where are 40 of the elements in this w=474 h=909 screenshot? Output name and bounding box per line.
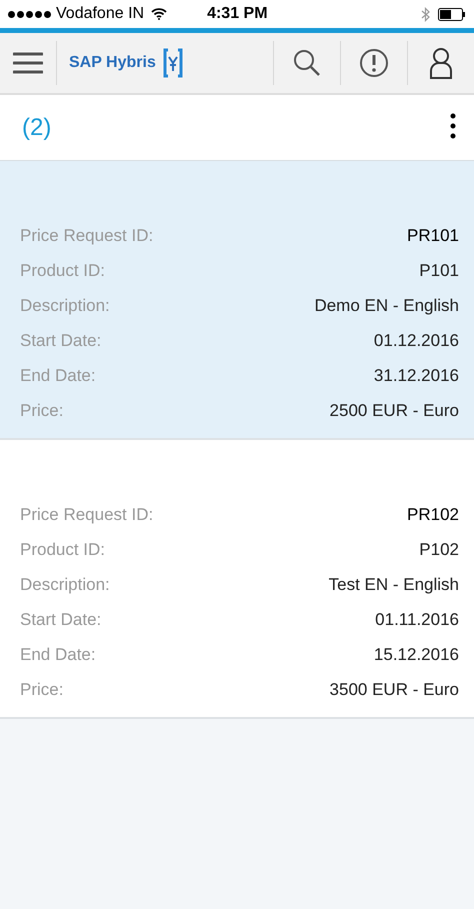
wifi-icon [151,8,168,20]
list-item[interactable]: Price Request ID: PR101 Product ID: P101 Description: Demo EN - English Start Date: 01.12.2016 End Date: 31.12.2016 Price: 2500 EUR - Euro [0,161,474,440]
carrier-name: Vodafone IN [56,5,144,23]
field-value: 31.12.2016 [374,366,459,386]
battery-icon [438,8,466,20]
field-value: PR102 [407,504,459,524]
field-value: P102 [419,540,459,560]
field-label: Price Request ID: [20,504,154,524]
field-value: PR101 [407,226,459,246]
field-value: 2500 EUR - Euro [330,400,459,420]
field-value: 3500 EUR - Euro [330,680,459,700]
field-label: Start Date: [20,610,102,630]
field-value: P101 [419,260,459,280]
bluetooth-icon [421,6,430,22]
field-label: Description: [20,296,110,316]
field-label: Price: [20,400,64,420]
field-label: End Date: [20,644,96,664]
field-value: Demo EN - English [314,296,459,316]
field-label: Description: [20,574,110,594]
signal-icon [8,10,51,18]
field-label: Price Request ID: [20,226,154,246]
field-value: Test EN - English [328,574,459,594]
clock-time: 4:31 PM [207,5,268,23]
field-value: 01.11.2016 [375,610,459,630]
field-label: Start Date: [20,330,102,350]
logo-icon [162,48,184,78]
alert-icon [359,48,389,78]
field-label: Product ID: [20,540,106,560]
search-icon [293,49,321,77]
field-label: Product ID: [20,260,106,280]
field-label: Price: [20,680,64,700]
user-icon [429,47,453,79]
field-label: End Date: [20,366,96,386]
more-icon [450,113,456,139]
menu-icon [13,51,43,75]
field-value: 15.12.2016 [374,644,459,664]
field-value: 01.12.2016 [374,330,459,350]
list-item[interactable]: Price Request ID: PR102 Product ID: P102 Description: Test EN - English Start Date: 01.11.2016 End Date: 15.12.2016 Price: 3500 EUR - Euro [0,440,474,719]
brand-name: SAP Hybris [69,54,156,72]
item-count: (2) [22,114,52,142]
